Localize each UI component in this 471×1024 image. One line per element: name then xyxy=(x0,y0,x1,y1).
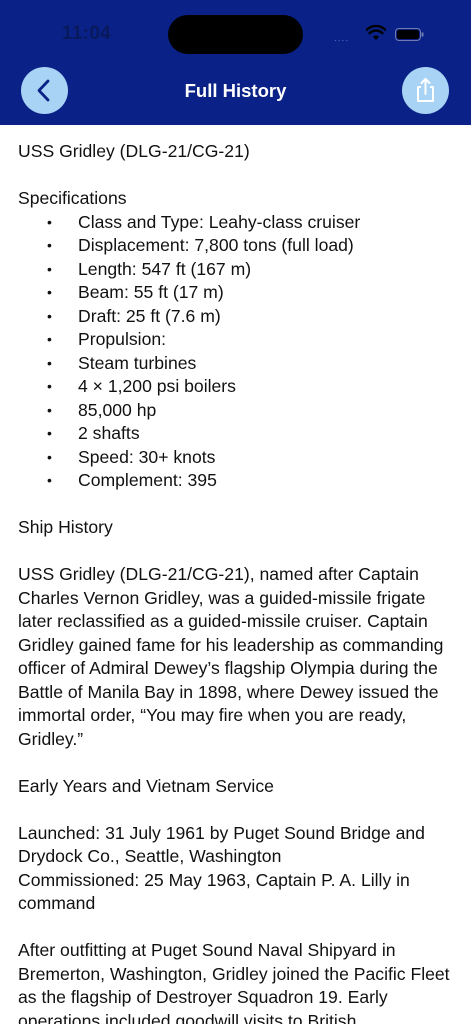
dynamic-island xyxy=(168,15,303,54)
screen: 11:04 .... Full History USS Gridley (DLG… xyxy=(0,0,471,1024)
ship-heading: USS Gridley (DLG-21/CG-21) xyxy=(18,141,250,161)
cellular-signal-icon: .... xyxy=(334,33,350,44)
list-item: Speed: 30+ knots xyxy=(18,446,458,470)
specifications-heading: Specifications xyxy=(18,188,127,208)
ship-history-heading: Ship History xyxy=(18,517,113,537)
list-item: Class and Type: Leahy-class cruiser xyxy=(18,211,458,235)
share-icon xyxy=(417,78,434,102)
article-content: USS Gridley (DLG-21/CG-21) Specification… xyxy=(18,140,458,1024)
list-item: 4 × 1,200 psi boilers xyxy=(18,375,458,399)
list-item: 2 shafts xyxy=(18,422,458,446)
list-item: Steam turbines xyxy=(18,352,458,376)
specifications-list: Class and Type: Leahy-class cruiser Disp… xyxy=(18,211,458,493)
outfitting-paragraph: After outfitting at Puget Sound Naval Sh… xyxy=(18,940,450,1024)
launched-text: Launched: 31 July 1961 by Puget Sound Br… xyxy=(18,822,425,867)
early-years-heading: Early Years and Vietnam Service xyxy=(18,775,274,796)
battery-icon xyxy=(395,28,424,41)
page-title: Full History xyxy=(184,80,287,101)
list-item: Length: 547 ft (167 m) xyxy=(18,258,458,282)
list-item: Complement: 395 xyxy=(18,469,458,493)
share-button[interactable] xyxy=(402,67,449,114)
list-item: Propulsion: xyxy=(18,328,458,352)
list-item: Draft: 25 ft (7.6 m) xyxy=(18,305,458,329)
status-time: 11:04 xyxy=(62,23,112,44)
ship-history-paragraph: USS Gridley (DLG-21/CG-21), named after … xyxy=(18,564,444,749)
list-item: Beam: 55 ft (17 m) xyxy=(18,281,458,305)
list-item: 85,000 hp xyxy=(18,399,458,423)
navigation-bar: 11:04 .... Full History xyxy=(0,0,471,125)
list-item: Displacement: 7,800 tons (full load) xyxy=(18,234,458,258)
wifi-icon xyxy=(366,25,386,40)
commissioned-text: Commissioned: 25 May 1963, Captain P. A.… xyxy=(18,869,410,914)
